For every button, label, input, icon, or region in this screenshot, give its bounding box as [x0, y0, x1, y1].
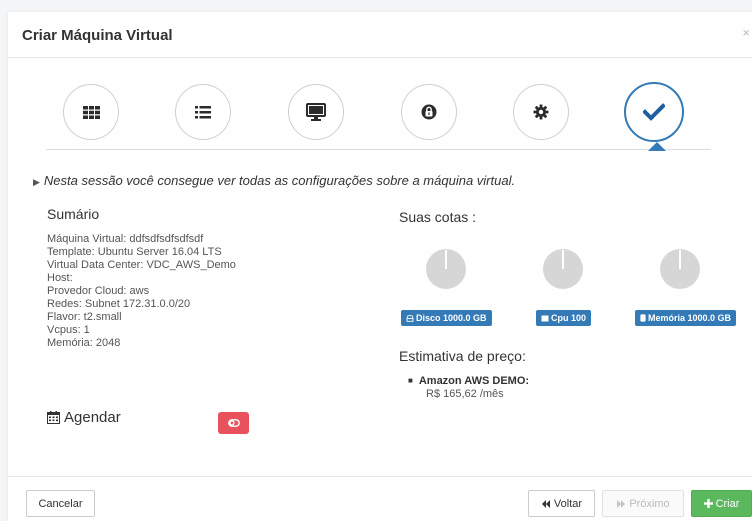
schedule-label: Agendar: [64, 409, 121, 426]
step-security[interactable]: [401, 84, 457, 140]
schedule-toggle-button[interactable]: [218, 412, 249, 434]
step-list[interactable]: [175, 84, 231, 140]
summary-line: Memória: 2048: [47, 337, 121, 349]
summary-line: Redes: Subnet 172.31.0.0/20: [47, 298, 191, 310]
step-monitor[interactable]: [288, 84, 344, 140]
price-estimate-title: Estimativa de preço:: [399, 348, 526, 364]
summary-list: Máquina Virtual: ddfsdfsdfsdfsdf Templat…: [47, 233, 236, 350]
summary-line: Template: Ubuntu Server 16.04 LTS: [47, 246, 222, 258]
create-vm-modal: Criar Máquina Virtual × ▶ Nesta sessão v…: [8, 12, 752, 521]
check-icon: [643, 103, 665, 121]
quotas-title: Suas cotas :: [399, 209, 477, 225]
summary-line: Flavor: t2.small: [47, 311, 122, 323]
price-provider: Amazon AWS DEMO:: [418, 375, 530, 387]
disk-quota-label: Disco 1000.0 GB: [416, 313, 487, 323]
grid-icon: [82, 105, 100, 119]
intro-text-row: ▶ Nesta sessão você consegue ver todas as…: [33, 173, 515, 188]
next-button[interactable]: Próximo: [602, 490, 684, 517]
memory-quota-badge: Memória 1000.0 GB: [635, 310, 737, 326]
backward-icon: [541, 499, 550, 508]
close-icon[interactable]: ×: [742, 25, 750, 40]
summary-line: Máquina Virtual: ddfsdfsdfsdfsdf: [47, 233, 204, 245]
create-label: Criar: [715, 497, 740, 510]
monitor-icon: [306, 103, 326, 121]
cpu-quota-badge: Cpu 100: [536, 310, 592, 326]
modal-header: Criar Máquina Virtual ×: [8, 12, 752, 58]
disk-icon: [406, 315, 414, 322]
wizard-steps: [8, 70, 752, 151]
summary-line: Provedor Cloud: aws: [47, 285, 150, 297]
plus-icon: [703, 499, 713, 508]
price-value: R$ 165,62 /mês: [426, 388, 504, 400]
memory-icon: [640, 314, 646, 322]
cancel-button[interactable]: Cancelar: [26, 490, 95, 517]
modal-title: Criar Máquina Virtual: [22, 27, 173, 44]
list-icon: [195, 105, 211, 118]
wizard-divider: [46, 149, 711, 150]
next-label: Próximo: [629, 497, 670, 510]
price-estimate-item: ■ Amazon AWS DEMO: R$ 165,62 /mês: [408, 375, 529, 400]
summary-title: Sumário: [47, 206, 100, 222]
disk-quota-pie: [426, 249, 466, 289]
lock-icon: [421, 104, 437, 120]
disk-quota-badge: Disco 1000.0 GB: [401, 310, 492, 326]
caret-right-icon: ▶: [33, 177, 40, 187]
schedule-section: Agendar: [47, 409, 121, 426]
summary-line: Host:: [47, 272, 73, 284]
memory-quota-label: Memória 1000.0 GB: [648, 313, 732, 323]
summary-line: Vcpus: 1: [47, 324, 90, 336]
calendar-icon: [47, 411, 60, 424]
step-settings[interactable]: [513, 84, 569, 140]
memory-quota-pie: [660, 249, 700, 289]
bullet-icon: ■: [408, 376, 413, 385]
gear-icon: [533, 104, 549, 120]
back-label: Voltar: [553, 497, 583, 510]
step-review[interactable]: [624, 82, 684, 142]
intro-text: Nesta sessão você consegue ver todas as …: [43, 173, 516, 188]
active-step-indicator: [648, 142, 666, 151]
cpu-quota-label: Cpu 100: [551, 313, 587, 323]
create-button[interactable]: Criar: [691, 490, 752, 517]
summary-line: Virtual Data Center: VDC_AWS_Demo: [47, 259, 236, 271]
step-grid[interactable]: [63, 84, 119, 140]
cpu-quota-pie: [543, 249, 583, 289]
back-button[interactable]: Voltar: [528, 490, 595, 517]
cpu-icon: [541, 315, 549, 322]
footer-divider: [8, 476, 752, 477]
forward-icon: [617, 499, 626, 508]
toggle-icon: [227, 419, 240, 427]
